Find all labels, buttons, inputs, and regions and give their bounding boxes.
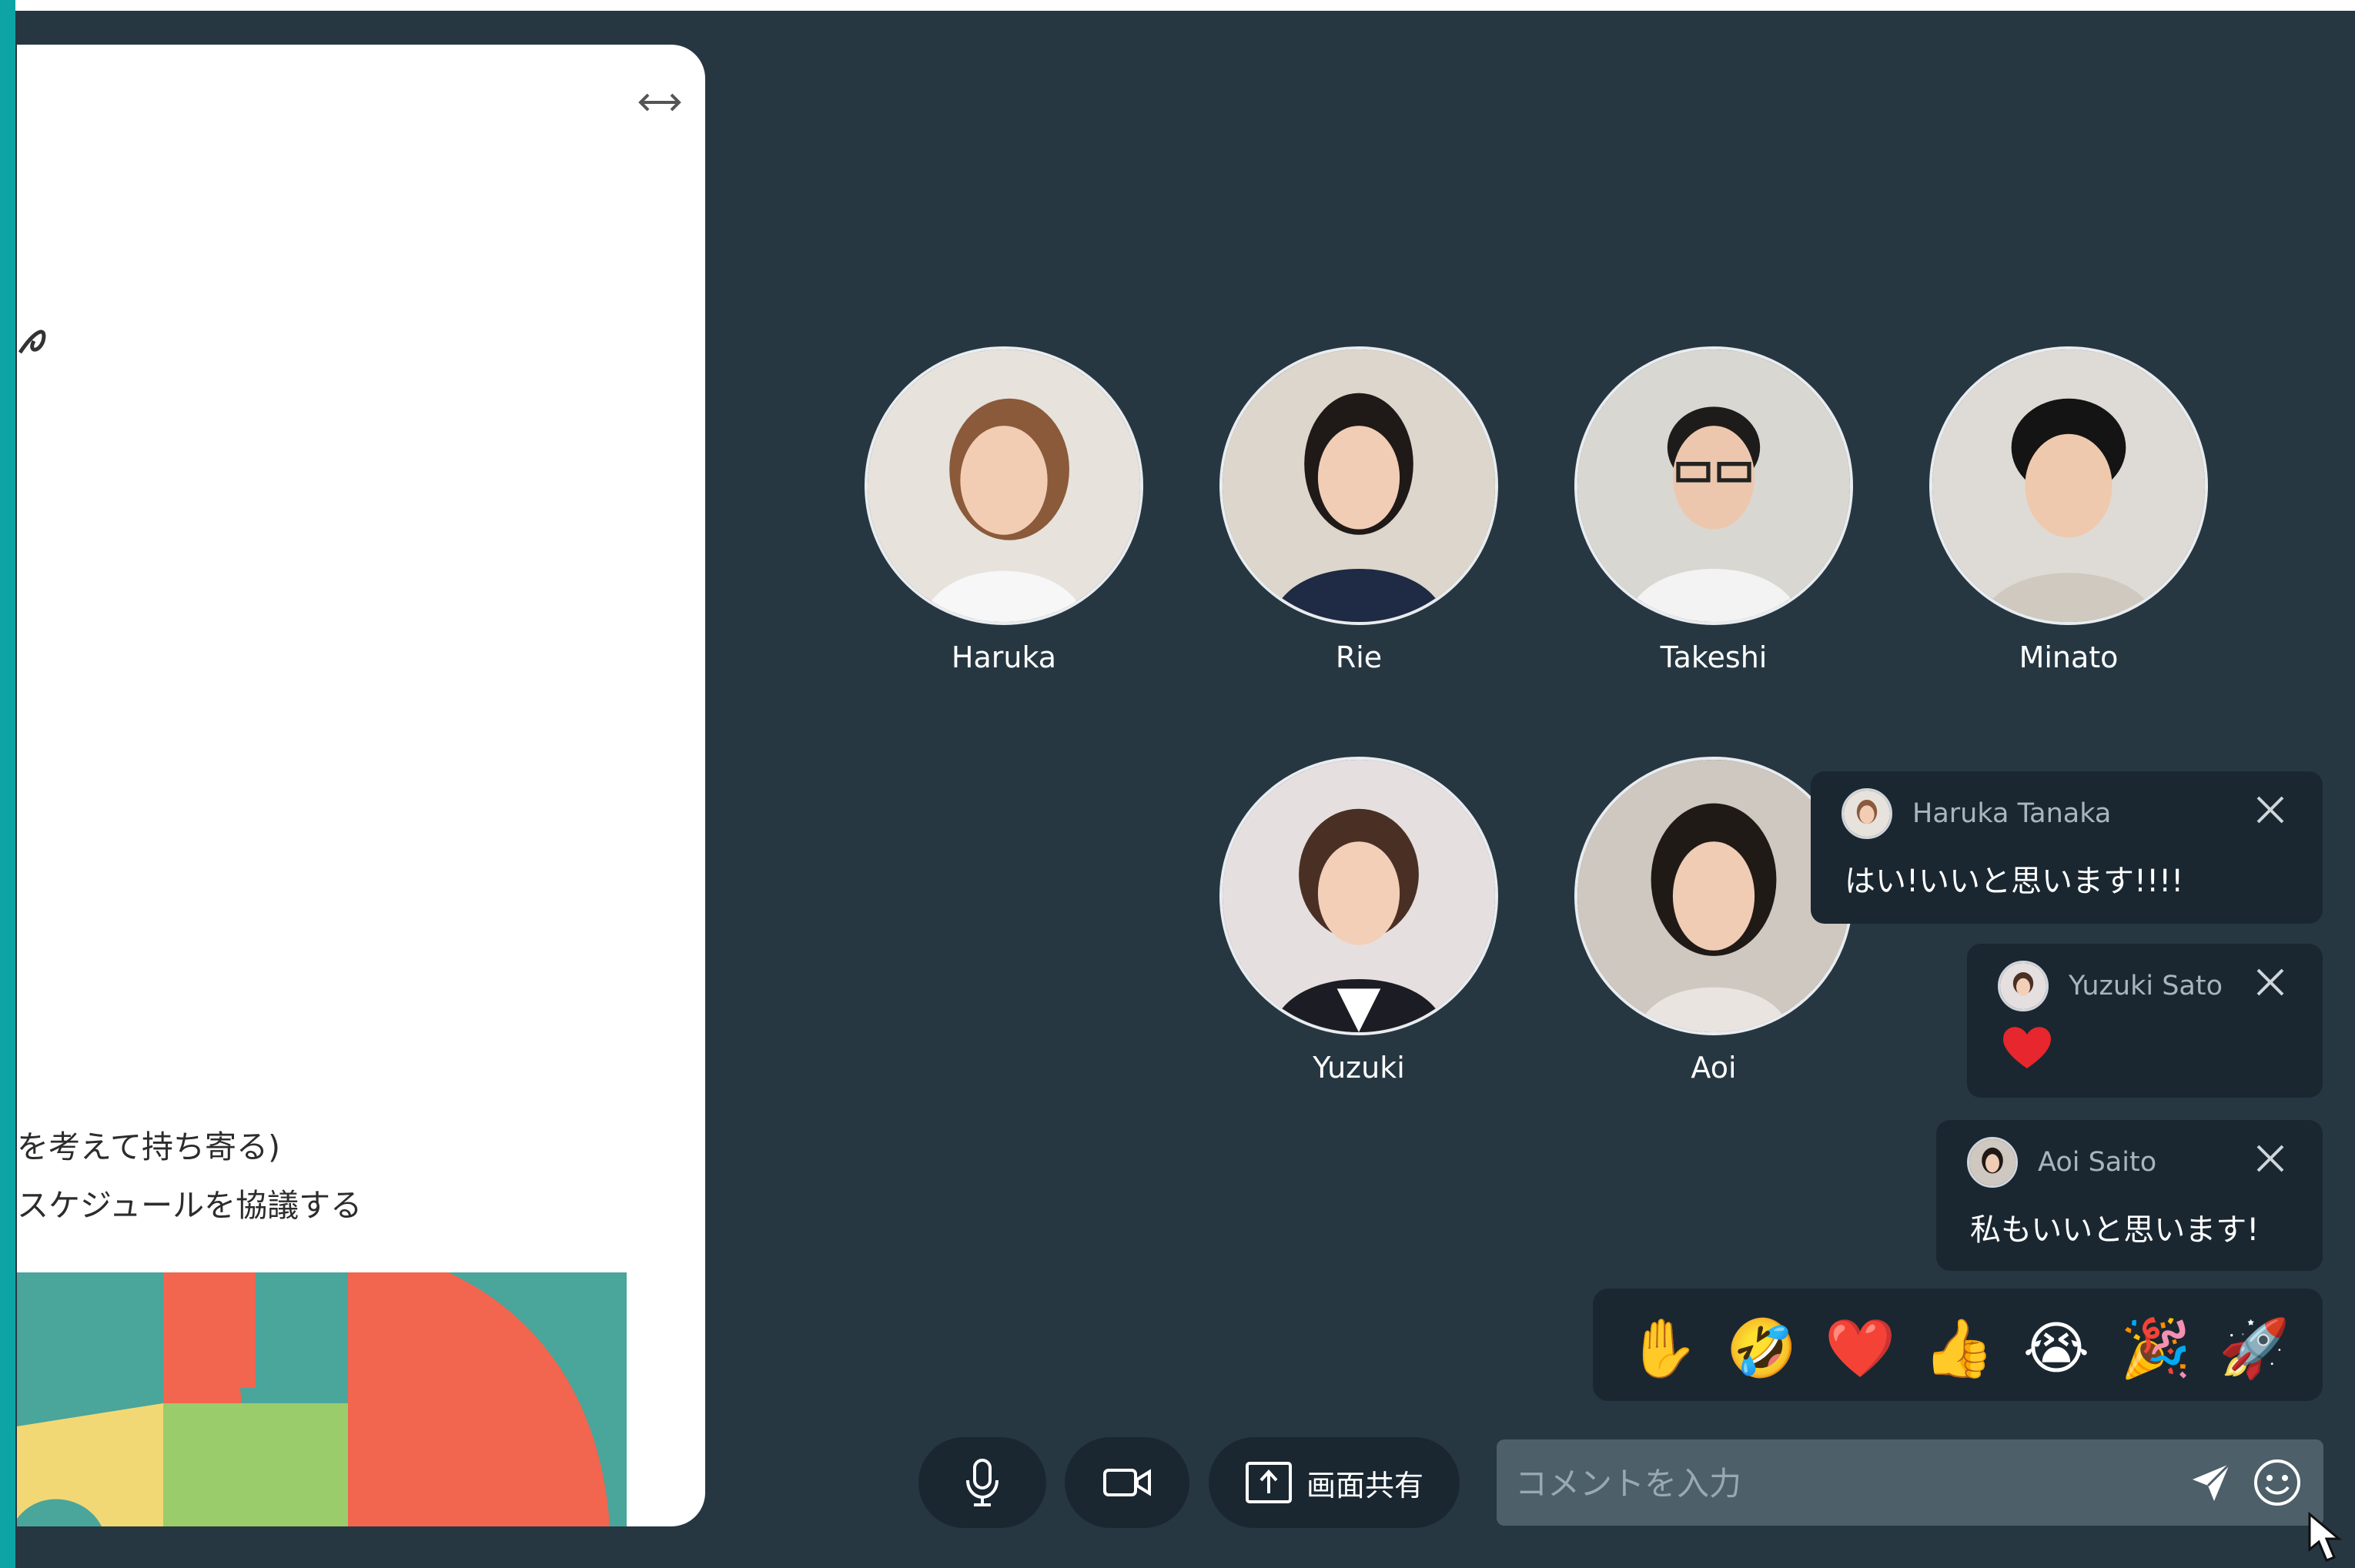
rocket-reaction[interactable]: 🚀 [2219,1314,2290,1383]
participant-tile[interactable]: Yuzuki [1216,757,1501,1085]
partial-glyph [18,329,46,354]
commenter-name: Yuzuki Sato [2069,971,2223,1001]
send-icon[interactable] [2189,1461,2233,1504]
left-accent-bar [0,0,15,1568]
avatar [1929,346,2208,625]
participant-name: Yuzuki [1313,1051,1405,1085]
comment-input[interactable] [1514,1439,2133,1527]
shared-document-panel: を考えて持ち寄る) スケジュールを協議する [17,45,705,1526]
comment-text: はい!いいと思います!!!! [1845,864,2184,899]
close-icon[interactable] [2253,793,2287,827]
participant-name: Rie [1335,640,1383,674]
reaction-picker: ✋ 🤣 ❤️ 👍 😭 🎉 🚀 [1593,1289,2323,1401]
comment-toast: Yuzuki Sato [1967,944,2323,1098]
party-popper-reaction[interactable]: 🎉 [2120,1314,2191,1383]
participant-name: Aoi [1691,1051,1737,1085]
expand-horizontal-icon[interactable] [633,79,687,125]
comment-toast: Aoi Saito 私もいいと思います! [1936,1120,2323,1271]
mouse-cursor-icon [2308,1511,2343,1562]
participant-tile[interactable]: Rie [1216,346,1501,674]
video-camera-icon [1103,1469,1151,1496]
screen-share-icon [1245,1462,1292,1503]
comment-text: 私もいいと思います! [1970,1212,2260,1248]
screen-share-label: 画面共有 [1306,1468,1423,1503]
comment-bar [1497,1439,2323,1527]
participant-name: Minato [2019,640,2119,674]
avatar [1574,346,1853,625]
participant-tile[interactable]: Haruka [861,346,1146,674]
close-icon[interactable] [2253,965,2287,999]
window-top-edge [0,0,2355,11]
heart-reaction-icon [2003,1027,2051,1068]
heart-reaction[interactable]: ❤️ [1825,1314,1895,1383]
participant-name: Takeshi [1660,640,1768,674]
participant-tile[interactable]: Takeshi [1571,346,1856,674]
avatar [865,346,1143,625]
microphone-button[interactable] [918,1437,1046,1528]
document-illustration [17,1272,627,1526]
commenter-avatar [1967,1137,2018,1188]
participant-name: Haruka [951,640,1057,674]
raised-hand-reaction[interactable]: ✋ [1627,1314,1698,1383]
document-text-line: を考えて持ち寄る) [17,1128,280,1165]
avatar [1219,346,1498,625]
camera-button[interactable] [1065,1437,1189,1528]
avatar [1219,757,1498,1035]
commenter-avatar [1998,961,2049,1011]
microphone-icon [966,1459,999,1506]
document-text-line: スケジュールを協議する [17,1187,363,1224]
commenter-avatar [1842,788,1892,839]
thumbs-up-reaction[interactable]: 👍 [1923,1314,1994,1383]
commenter-name: Aoi Saito [2038,1147,2157,1178]
close-icon[interactable] [2253,1142,2287,1175]
emoji-picker-icon[interactable] [2251,1456,2303,1509]
participant-tile[interactable]: Minato [1926,346,2211,674]
screen-share-button[interactable]: 画面共有 [1209,1437,1460,1528]
commenter-name: Haruka Tanaka [1912,798,2112,829]
rolling-laughing-reaction[interactable]: 🤣 [1726,1314,1797,1383]
comment-toast: Haruka Tanaka はい!いいと思います!!!! [1811,771,2323,924]
crying-reaction[interactable]: 😭 [2022,1314,2091,1383]
